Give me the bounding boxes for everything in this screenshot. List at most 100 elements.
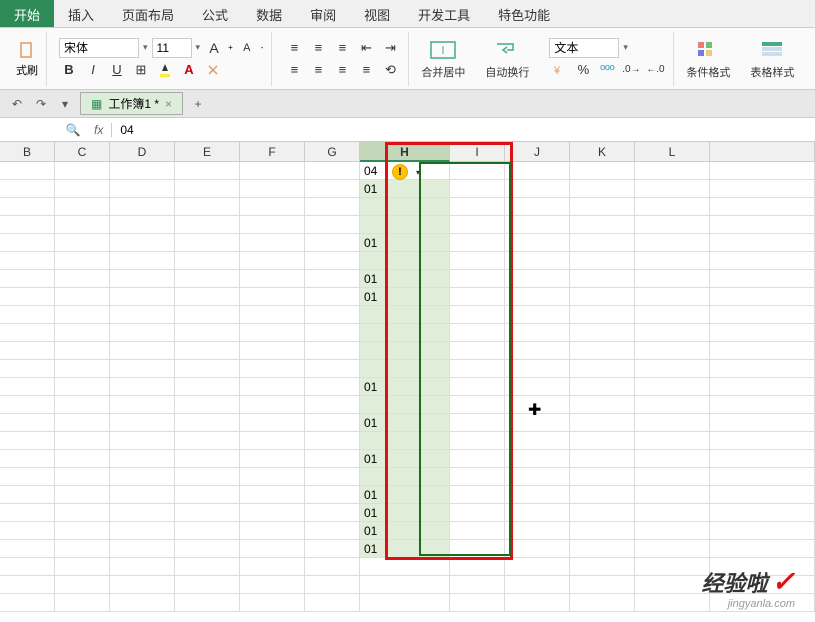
cell[interactable] xyxy=(0,594,55,612)
cell[interactable] xyxy=(570,504,635,522)
cell[interactable] xyxy=(110,450,175,468)
cell[interactable] xyxy=(55,378,110,396)
cell[interactable] xyxy=(240,252,305,270)
cell[interactable] xyxy=(0,162,55,180)
cell[interactable] xyxy=(450,450,505,468)
cell[interactable] xyxy=(0,324,55,342)
cell[interactable] xyxy=(505,288,570,306)
cell[interactable] xyxy=(55,324,110,342)
cell[interactable] xyxy=(175,540,240,558)
formula-input[interactable]: 04 xyxy=(112,123,815,137)
cell[interactable] xyxy=(570,198,635,216)
cell[interactable] xyxy=(505,450,570,468)
italic-button[interactable]: I xyxy=(83,60,103,80)
cell[interactable]: 01 xyxy=(360,540,450,558)
cell[interactable] xyxy=(570,468,635,486)
col-header-E[interactable]: E xyxy=(175,142,240,162)
cell[interactable]: 01 xyxy=(360,234,450,252)
cell[interactable] xyxy=(305,378,360,396)
cell[interactable] xyxy=(55,234,110,252)
cell[interactable] xyxy=(240,360,305,378)
cell[interactable] xyxy=(450,180,505,198)
undo-icon[interactable]: ↶ xyxy=(8,95,26,113)
cell[interactable] xyxy=(305,360,360,378)
fill-color-button[interactable] xyxy=(155,60,175,80)
cell[interactable] xyxy=(570,162,635,180)
cell[interactable] xyxy=(55,306,110,324)
cell[interactable] xyxy=(0,288,55,306)
col-header-C[interactable]: C xyxy=(55,142,110,162)
cell[interactable] xyxy=(110,396,175,414)
cell[interactable] xyxy=(570,432,635,450)
cell[interactable] xyxy=(55,414,110,432)
cell[interactable]: 01 xyxy=(360,288,450,306)
tab-special[interactable]: 特色功能 xyxy=(484,0,564,27)
cell[interactable] xyxy=(110,378,175,396)
cell[interactable] xyxy=(635,450,710,468)
cell[interactable] xyxy=(505,414,570,432)
cell[interactable] xyxy=(175,468,240,486)
cell[interactable] xyxy=(305,270,360,288)
cell[interactable] xyxy=(240,378,305,396)
tab-review[interactable]: 审阅 xyxy=(296,0,350,27)
cell[interactable] xyxy=(0,486,55,504)
cell[interactable] xyxy=(240,216,305,234)
cell[interactable] xyxy=(55,198,110,216)
cell[interactable] xyxy=(635,342,710,360)
cell[interactable] xyxy=(175,378,240,396)
cell[interactable] xyxy=(175,342,240,360)
cell[interactable] xyxy=(240,432,305,450)
cell[interactable] xyxy=(570,450,635,468)
cell[interactable]: 01 xyxy=(360,180,450,198)
cell[interactable] xyxy=(635,360,710,378)
error-indicator[interactable]: ! ▾ xyxy=(392,164,410,182)
cell[interactable] xyxy=(570,360,635,378)
cell[interactable] xyxy=(240,594,305,612)
col-header-I[interactable]: I xyxy=(450,142,505,162)
cell[interactable] xyxy=(175,234,240,252)
font-decrease-icon[interactable]: A xyxy=(237,38,257,58)
cell[interactable] xyxy=(240,324,305,342)
cell[interactable] xyxy=(360,216,450,234)
cell[interactable] xyxy=(305,576,360,594)
cell[interactable] xyxy=(360,198,450,216)
cell[interactable] xyxy=(110,594,175,612)
add-tab-icon[interactable]: + xyxy=(189,95,207,113)
cell[interactable] xyxy=(360,594,450,612)
cell[interactable] xyxy=(570,378,635,396)
cell[interactable] xyxy=(240,270,305,288)
cell[interactable] xyxy=(360,324,450,342)
cell[interactable] xyxy=(55,252,110,270)
cell[interactable] xyxy=(635,396,710,414)
cell[interactable] xyxy=(0,378,55,396)
bold-button[interactable]: B xyxy=(59,60,79,80)
cell[interactable] xyxy=(240,558,305,576)
cell[interactable] xyxy=(305,306,360,324)
col-header-G[interactable]: G xyxy=(305,142,360,162)
cell[interactable] xyxy=(240,522,305,540)
cell[interactable] xyxy=(505,396,570,414)
cell[interactable] xyxy=(175,180,240,198)
cell[interactable] xyxy=(110,522,175,540)
cell[interactable] xyxy=(505,378,570,396)
cell[interactable] xyxy=(305,414,360,432)
cell[interactable]: 01 xyxy=(360,486,450,504)
cell[interactable] xyxy=(175,306,240,324)
cell[interactable] xyxy=(175,252,240,270)
conditional-format-button[interactable]: 条件格式 xyxy=(678,34,738,84)
cell[interactable] xyxy=(0,252,55,270)
cell[interactable] xyxy=(110,324,175,342)
cell[interactable] xyxy=(305,450,360,468)
cell[interactable] xyxy=(635,288,710,306)
border-button[interactable]: ⊞ xyxy=(131,60,151,80)
col-header-B[interactable]: B xyxy=(0,142,55,162)
currency-icon[interactable]: ¥ xyxy=(549,60,569,80)
cell[interactable] xyxy=(175,288,240,306)
cell[interactable] xyxy=(635,576,710,594)
cell[interactable] xyxy=(55,270,110,288)
cell[interactable] xyxy=(635,522,710,540)
indent-decrease-icon[interactable]: ⇤ xyxy=(356,38,376,58)
cell[interactable] xyxy=(505,594,570,612)
cell[interactable] xyxy=(0,576,55,594)
cell[interactable] xyxy=(635,324,710,342)
